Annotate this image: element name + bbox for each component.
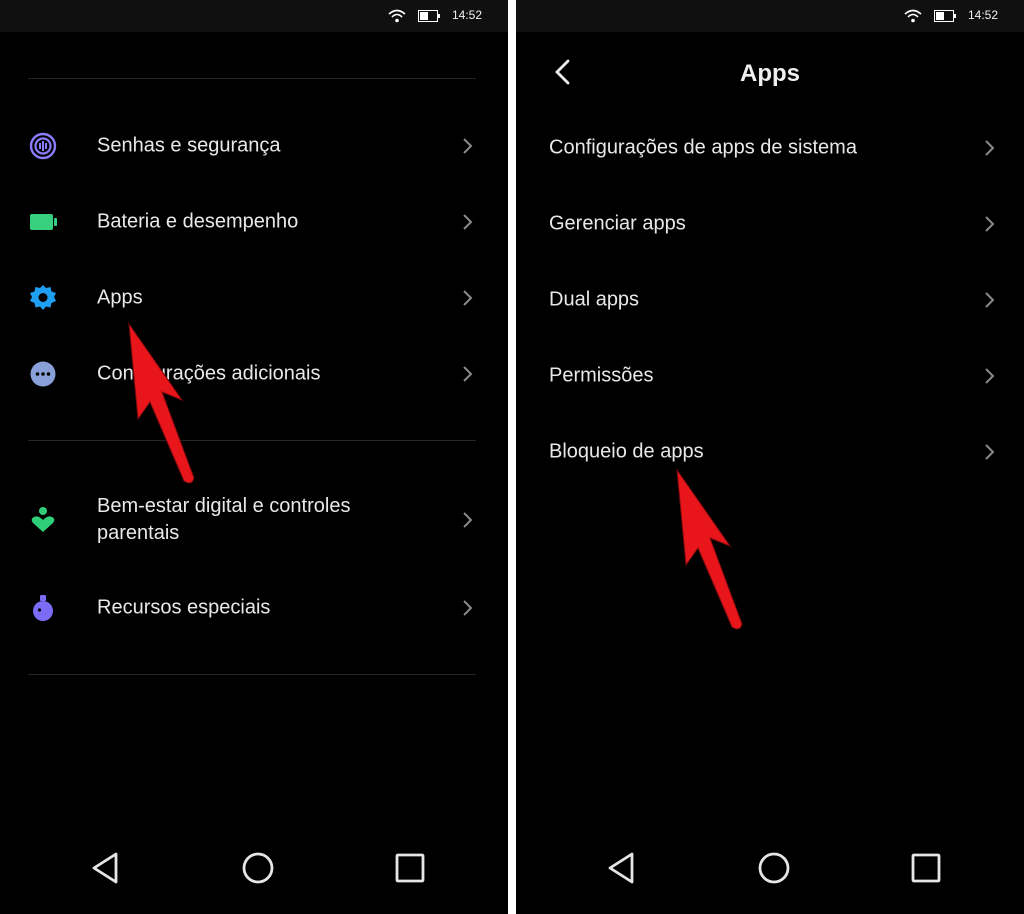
- nav-back-icon[interactable]: [88, 850, 124, 886]
- settings-item-additional-settings[interactable]: Configurações adicionais: [0, 338, 508, 410]
- chevron-right-icon: [985, 444, 995, 460]
- apps-item-permissions[interactable]: Permissões: [516, 340, 1024, 412]
- chevron-right-icon: [463, 600, 473, 616]
- nav-back-icon[interactable]: [604, 850, 640, 886]
- apps-item-label: Permissões: [549, 364, 654, 387]
- status-time: 14:52: [452, 8, 483, 22]
- wifi-icon: [904, 9, 922, 23]
- divider: [28, 440, 476, 441]
- chevron-right-icon: [463, 290, 473, 306]
- battery-status-icon: [934, 10, 956, 22]
- settings-item-apps[interactable]: Apps: [0, 262, 508, 334]
- apps-item-label: Bloqueio de apps: [549, 440, 704, 463]
- settings-item-label: Apps: [97, 286, 143, 309]
- wellbeing-icon: [31, 507, 55, 532]
- status-time: 14:52: [968, 8, 999, 22]
- settings-item-passwords-security[interactable]: Senhas e segurança: [0, 110, 508, 182]
- page-title: Apps: [740, 60, 800, 87]
- battery-status-icon: [418, 10, 440, 22]
- more-dots-icon: [30, 361, 56, 387]
- apps-item-manage-apps[interactable]: Gerenciar apps: [516, 188, 1024, 260]
- chevron-right-icon: [463, 366, 473, 382]
- settings-item-label: Senhas e segurança: [97, 134, 281, 157]
- settings-item-digital-wellbeing[interactable]: Bem-estar digital e controles parentais: [0, 482, 508, 558]
- nav-recents-icon[interactable]: [392, 850, 428, 886]
- settings-item-battery-performance[interactable]: Bateria e desempenho: [0, 186, 508, 258]
- battery-icon: [30, 214, 57, 230]
- chevron-right-icon: [985, 216, 995, 232]
- chevron-right-icon: [463, 214, 473, 230]
- settings-item-label: Bem-estar digital e controles parentais: [97, 495, 351, 544]
- divider: [28, 78, 476, 79]
- settings-item-label: Recursos especiais: [97, 596, 271, 619]
- nav-home-icon[interactable]: [240, 850, 276, 886]
- settings-screen: 14:52 Senhas e segurança Bateria e desem…: [0, 0, 508, 914]
- settings-item-special-features[interactable]: Recursos especiais: [0, 572, 508, 644]
- apps-item-system-app-settings[interactable]: Configurações de apps de sistema: [516, 112, 1024, 184]
- apps-item-app-lock[interactable]: Bloqueio de apps: [516, 416, 1024, 488]
- flask-icon: [33, 595, 53, 621]
- nav-home-icon[interactable]: [756, 850, 792, 886]
- chevron-right-icon: [463, 512, 473, 528]
- navigation-bar: [0, 838, 508, 898]
- settings-item-label: Bateria e desempenho: [97, 210, 299, 233]
- chevron-right-icon: [985, 368, 995, 384]
- divider: [28, 674, 476, 675]
- settings-item-label: Configurações adicionais: [97, 362, 321, 385]
- chevron-right-icon: [985, 140, 995, 156]
- apps-item-label: Dual apps: [549, 288, 640, 311]
- chevron-right-icon: [463, 138, 473, 154]
- gear-icon: [30, 285, 56, 310]
- wifi-icon: [388, 9, 406, 23]
- annotation-arrow-icon: [676, 468, 743, 630]
- apps-item-dual-apps[interactable]: Dual apps: [516, 264, 1024, 336]
- status-bar: 14:52: [0, 0, 508, 32]
- status-bar: 14:52: [516, 0, 1024, 32]
- navigation-bar: [516, 838, 1024, 898]
- nav-recents-icon[interactable]: [908, 850, 944, 886]
- chevron-right-icon: [985, 292, 995, 308]
- fingerprint-icon: [29, 132, 57, 160]
- apps-item-label: Gerenciar apps: [549, 212, 686, 235]
- apps-item-label: Configurações de apps de sistema: [549, 136, 857, 159]
- apps-screen: 14:52 Apps Configurações de apps de sist…: [516, 0, 1024, 914]
